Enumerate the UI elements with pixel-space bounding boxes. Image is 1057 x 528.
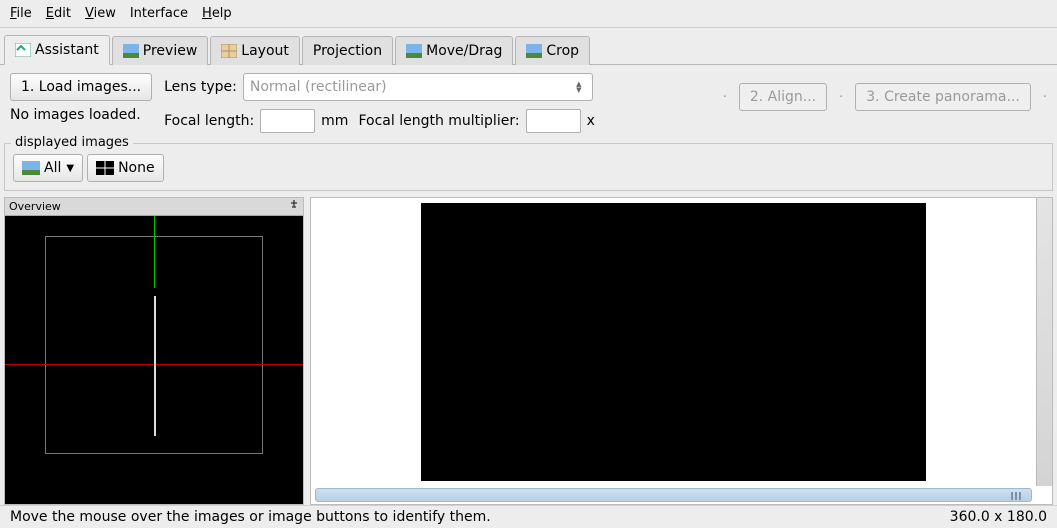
tab-projection[interactable]: Projection (302, 36, 393, 65)
preview-canvas-wrap (310, 197, 1053, 505)
tab-assistant[interactable]: Assistant (4, 35, 110, 65)
layout-icon (221, 44, 237, 58)
overview-title: Overview (9, 200, 61, 213)
displayed-images-group: displayed images All▼ None (4, 143, 1053, 191)
vertical-scrollbar[interactable] (1036, 198, 1052, 486)
grid-icon (96, 161, 114, 175)
tab-label: Assistant (35, 42, 99, 58)
tab-crop[interactable]: Crop (515, 36, 590, 65)
movedrag-icon (406, 44, 422, 58)
tab-label: Preview (143, 43, 198, 59)
align-button[interactable]: 2. Align... (739, 83, 827, 111)
lens-type-value: Normal (rectilinear) (250, 79, 387, 95)
overview-panel: Overview (4, 197, 304, 505)
separator-dot: · (839, 90, 843, 105)
overview-header: Overview (5, 198, 303, 216)
focal-length-label: Focal length: (164, 113, 254, 129)
crop-icon (526, 44, 542, 58)
preview-black-area (421, 203, 926, 481)
x-label: x (587, 113, 595, 129)
all-button[interactable]: All ▼ (13, 154, 83, 182)
combo-spinner-icon: ▲▼ (572, 81, 586, 93)
mm-label: mm (321, 113, 348, 129)
focal-mult-input[interactable] (526, 109, 581, 133)
create-panorama-button[interactable]: 3. Create panorama... (855, 83, 1031, 111)
tab-label: Crop (546, 43, 579, 59)
landscape-icon (22, 161, 40, 175)
tab-layout[interactable]: Layout (210, 36, 300, 65)
load-images-button[interactable]: 1. Load images... (10, 73, 152, 101)
menu-edit[interactable]: Edit (46, 6, 71, 21)
status-bar: Move the mouse over the images or image … (0, 505, 1057, 528)
assistant-panel: 1. Load images... No images loaded. Lens… (0, 64, 1057, 139)
separator-dot: · (1043, 90, 1047, 105)
tab-strip: Assistant Preview Layout Projection Move… (0, 28, 1057, 64)
tab-label: Projection (313, 43, 382, 59)
status-hint: Move the mouse over the images or image … (10, 509, 491, 525)
menu-help[interactable]: Help (202, 6, 232, 21)
overview-canvas[interactable] (5, 216, 303, 504)
focal-mult-label: Focal length multiplier: (358, 113, 519, 129)
preview-canvas[interactable] (311, 198, 1036, 486)
horizontal-scrollbar[interactable] (315, 488, 1032, 502)
scrollbar-grip-icon (1011, 492, 1025, 500)
assistant-icon (15, 43, 31, 57)
menubar: File Edit View Interface Help (0, 0, 1057, 28)
split-view: Overview (0, 197, 1057, 505)
separator-dot: · (723, 90, 727, 105)
menu-file[interactable]: File (10, 6, 32, 21)
tab-preview[interactable]: Preview (112, 36, 209, 65)
displayed-images-label: displayed images (11, 135, 133, 150)
preview-icon (123, 44, 139, 58)
tab-label: Layout (241, 43, 289, 59)
status-dimensions: 360.0 x 180.0 (950, 509, 1047, 525)
tab-movedrag[interactable]: Move/Drag (395, 36, 513, 65)
menu-view[interactable]: View (85, 6, 116, 21)
lens-type-label: Lens type: (164, 79, 237, 95)
lens-type-combo[interactable]: Normal (rectilinear) ▲▼ (243, 73, 593, 101)
tab-label: Move/Drag (426, 43, 502, 59)
menu-interface[interactable]: Interface (130, 6, 188, 21)
none-button[interactable]: None (87, 154, 164, 182)
dropdown-arrow-icon: ▼ (66, 163, 74, 174)
focal-length-input[interactable] (260, 109, 315, 133)
pin-icon[interactable] (289, 200, 299, 213)
none-label: None (118, 160, 155, 176)
no-images-label: No images loaded. (10, 107, 141, 123)
all-label: All (44, 160, 61, 176)
